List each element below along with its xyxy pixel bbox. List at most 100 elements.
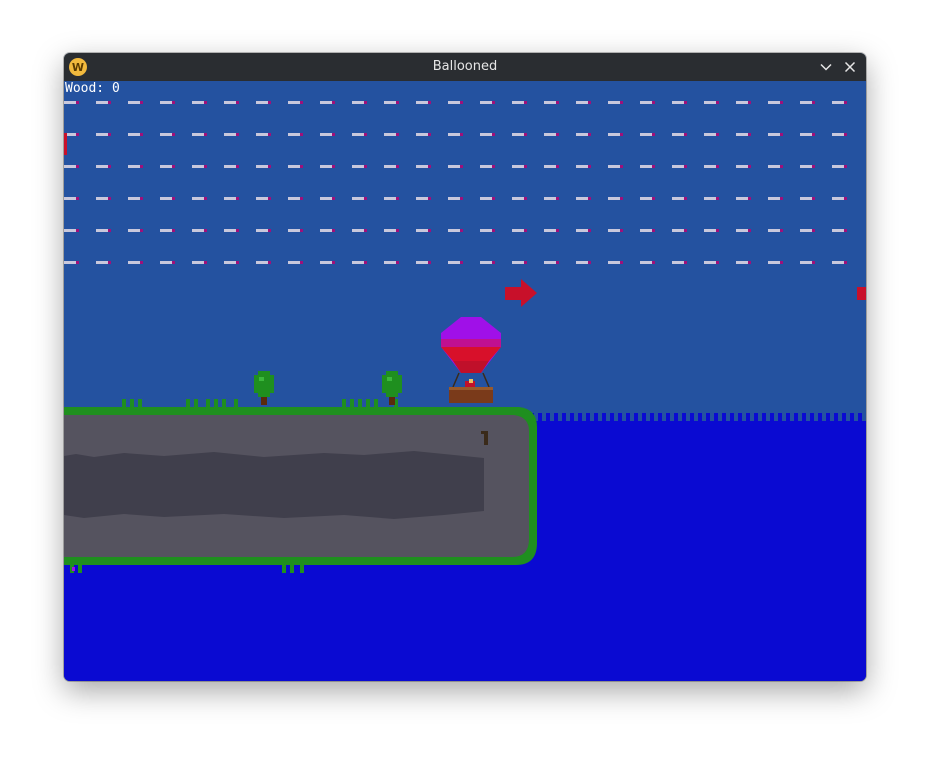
- wave: [586, 413, 590, 421]
- wind-dash-tip: [652, 133, 655, 136]
- wind-dash-tip: [268, 229, 271, 232]
- window-title: Ballooned: [432, 59, 498, 74]
- wind-dash: [352, 165, 364, 168]
- wind-dash-tip: [396, 229, 399, 232]
- wind-dash-tip: [140, 229, 143, 232]
- wind-dash: [384, 165, 396, 168]
- wind-dash-tip: [172, 229, 175, 232]
- wave: [602, 413, 606, 421]
- wind-dash: [832, 229, 844, 232]
- wind-dash-tip: [364, 133, 367, 136]
- wind-dash-tip: [620, 101, 623, 104]
- wind-dash-tip: [108, 197, 111, 200]
- wind-dash: [64, 165, 76, 168]
- wind-dash-tip: [236, 165, 239, 168]
- wave: [786, 413, 790, 421]
- wind-dash-tip: [492, 261, 495, 264]
- wind-dash-tip: [620, 165, 623, 168]
- wind-dash: [416, 165, 428, 168]
- wind-dash-tip: [524, 101, 527, 104]
- wind-dash-tip: [588, 197, 591, 200]
- wind-dash-tip: [556, 101, 559, 104]
- wind-dash-tip: [844, 133, 847, 136]
- wind-dash: [64, 261, 76, 264]
- wind-dash: [704, 133, 716, 136]
- wind-dash-tip: [108, 133, 111, 136]
- wind-dash: [192, 229, 204, 232]
- wind-dash-tip: [364, 165, 367, 168]
- wind-dash-tip: [844, 261, 847, 264]
- wind-dash-tip: [812, 133, 815, 136]
- wind-dash: [480, 261, 492, 264]
- wind-dash: [544, 229, 556, 232]
- grass-tuft: [130, 399, 134, 407]
- wind-dash: [704, 165, 716, 168]
- wind-dash: [224, 101, 236, 104]
- wind-dash-tip: [140, 133, 143, 136]
- game-canvas[interactable]: Wood: 0: [64, 81, 866, 681]
- wind-dash: [736, 261, 748, 264]
- wind-dash: [352, 101, 364, 104]
- wind-dash: [480, 133, 492, 136]
- wind-dash-tip: [428, 197, 431, 200]
- wave: [634, 413, 638, 421]
- wind-dash: [608, 261, 620, 264]
- wind-dash: [384, 101, 396, 104]
- wind-dash-tip: [76, 229, 79, 232]
- wind-dash-tip: [652, 261, 655, 264]
- wind-arrow: [857, 287, 866, 300]
- wind-dash-tip: [684, 197, 687, 200]
- wind-dash: [640, 133, 652, 136]
- wind-dash-tip: [492, 229, 495, 232]
- wind-dash-tip: [236, 229, 239, 232]
- wind-dash-tip: [204, 133, 207, 136]
- wave: [762, 413, 766, 421]
- wind-dash: [608, 133, 620, 136]
- wind-dash: [608, 101, 620, 104]
- game-window: W Ballooned Wood: 0: [64, 53, 866, 681]
- grass-tuft: [78, 565, 82, 573]
- wind-dash: [800, 229, 812, 232]
- wind-dash: [96, 261, 108, 264]
- wind-dash: [800, 101, 812, 104]
- wave: [730, 413, 734, 421]
- wind-dash: [608, 165, 620, 168]
- wind-dash-tip: [364, 101, 367, 104]
- wind-dash: [480, 165, 492, 168]
- grass-tuft: [234, 399, 238, 407]
- wave: [770, 413, 774, 421]
- wind-dash-tip: [460, 261, 463, 264]
- wind-dash-tip: [108, 261, 111, 264]
- wind-dash-tip: [300, 229, 303, 232]
- wind-dash-tip: [108, 229, 111, 232]
- wind-dash-tip: [652, 101, 655, 104]
- wind-dash-tip: [204, 165, 207, 168]
- wind-dash-tip: [524, 165, 527, 168]
- wind-dash: [160, 197, 172, 200]
- wind-dash-tip: [812, 101, 815, 104]
- wave: [650, 413, 654, 421]
- wind-dash-tip: [684, 229, 687, 232]
- wind-dash: [320, 165, 332, 168]
- grass-tuft: [300, 565, 304, 573]
- wind-dash-tip: [812, 165, 815, 168]
- wind-dash-tip: [716, 133, 719, 136]
- wind-dash-tip: [332, 229, 335, 232]
- wind-dash: [352, 197, 364, 200]
- wind-dash: [640, 197, 652, 200]
- wind-dash: [512, 165, 524, 168]
- grass-tuft: [222, 399, 226, 407]
- grass-tuft: [350, 399, 354, 407]
- wind-dash-tip: [620, 261, 623, 264]
- wind-dash-tip: [76, 197, 79, 200]
- close-button[interactable]: [838, 53, 862, 81]
- wind-dash-tip: [396, 261, 399, 264]
- wind-dash-tip: [460, 165, 463, 168]
- grass-tuft: [282, 565, 286, 573]
- wave: [850, 413, 854, 421]
- title-bar[interactable]: W Ballooned: [64, 53, 866, 81]
- wind-dash: [416, 197, 428, 200]
- wind-dash: [160, 165, 172, 168]
- minimize-button[interactable]: [814, 53, 838, 81]
- wind-dash: [480, 229, 492, 232]
